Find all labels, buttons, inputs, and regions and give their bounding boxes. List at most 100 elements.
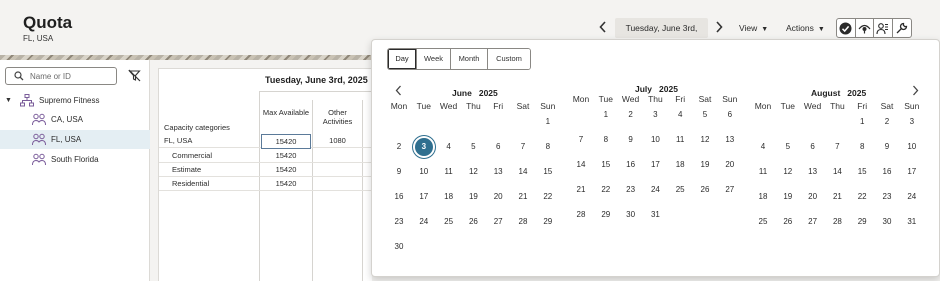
calendar-day[interactable]: 23 — [876, 188, 898, 206]
calendar-day[interactable]: 2 — [620, 106, 642, 124]
visibility-button[interactable] — [856, 19, 874, 37]
calendar-day[interactable]: 1 — [851, 113, 873, 131]
calendar-day[interactable]: 26 — [777, 213, 799, 231]
calendar-day[interactable]: 31 — [644, 206, 666, 224]
calendar-day[interactable]: 16 — [876, 163, 898, 181]
calendar-day[interactable]: 17 — [413, 188, 435, 206]
calendar-day[interactable]: 21 — [570, 181, 592, 199]
calendar-day[interactable]: 25 — [669, 181, 691, 199]
calendar-day[interactable]: 4 — [752, 138, 774, 156]
tree-item-south-florida[interactable]: South Florida — [0, 150, 150, 169]
calendar-day[interactable]: 8 — [595, 131, 617, 149]
calendar-day[interactable]: 3 — [901, 113, 923, 131]
assign-user-button[interactable] — [874, 19, 893, 37]
calendar-day[interactable]: 20 — [487, 188, 509, 206]
max-available-cell[interactable]: 15420 — [260, 163, 312, 177]
calendar-day[interactable]: 18 — [752, 188, 774, 206]
calendar-day[interactable]: 13 — [487, 163, 509, 181]
tree-item-root[interactable]: ▼ Supremo Fitness — [0, 91, 150, 110]
mode-week-button[interactable]: Week — [417, 49, 451, 69]
mode-day-button[interactable]: Day — [388, 49, 417, 69]
calendar-day[interactable]: 17 — [644, 156, 666, 174]
calendar-day[interactable]: 19 — [777, 188, 799, 206]
calendar-day[interactable]: 22 — [595, 181, 617, 199]
calendar-day[interactable]: 9 — [620, 131, 642, 149]
calendar-day[interactable]: 7 — [512, 138, 534, 156]
calendar-day[interactable]: 4 — [669, 106, 691, 124]
calendar-day[interactable]: 15 — [851, 163, 873, 181]
view-menu-button[interactable]: View ▼ — [739, 20, 768, 36]
calendar-day[interactable]: 20 — [719, 156, 741, 174]
calendar-day[interactable]: 9 — [876, 138, 898, 156]
calendar-day[interactable]: 10 — [413, 163, 435, 181]
mode-month-button[interactable]: Month — [451, 49, 488, 69]
calendar-day[interactable]: 30 — [620, 206, 642, 224]
calendar-day[interactable]: 23 — [388, 213, 410, 231]
calendar-day[interactable]: 25 — [438, 213, 460, 231]
next-date-button[interactable] — [712, 20, 726, 36]
calendar-day[interactable]: 27 — [719, 181, 741, 199]
calendar-day[interactable]: 5 — [462, 138, 484, 156]
calendar-day[interactable]: 27 — [487, 213, 509, 231]
calendar-day[interactable]: 1 — [595, 106, 617, 124]
calendar-day[interactable]: 24 — [901, 188, 923, 206]
calendar-day[interactable]: 20 — [802, 188, 824, 206]
calendar-day[interactable]: 9 — [388, 163, 410, 181]
calendar-prev-month-button[interactable] — [392, 85, 404, 99]
calendar-day[interactable]: 6 — [802, 138, 824, 156]
calendar-day[interactable]: 8 — [851, 138, 873, 156]
calendar-day[interactable]: 3 — [644, 106, 666, 124]
calendar-day[interactable]: 29 — [595, 206, 617, 224]
calendar-day[interactable]: 10 — [644, 131, 666, 149]
calendar-next-month-button[interactable] — [909, 85, 921, 99]
calendar-day[interactable]: 2 — [876, 113, 898, 131]
calendar-day[interactable]: 11 — [669, 131, 691, 149]
calendar-day[interactable]: 24 — [413, 213, 435, 231]
calendar-day[interactable]: 14 — [826, 163, 848, 181]
date-picker-button[interactable]: Tuesday, June 3rd, 2025 — [615, 18, 708, 53]
calendar-day[interactable]: 26 — [694, 181, 716, 199]
max-available-cell-focused[interactable]: 15420 — [261, 134, 311, 149]
filter-off-icon[interactable] — [128, 69, 141, 82]
calendar-day[interactable]: 6 — [487, 138, 509, 156]
calendar-day[interactable]: 28 — [826, 213, 848, 231]
tree-item-fl[interactable]: FL, USA — [0, 130, 150, 149]
calendar-day[interactable]: 29 — [537, 213, 559, 231]
calendar-day[interactable]: 12 — [777, 163, 799, 181]
calendar-day-selected[interactable]: 3 — [413, 138, 435, 156]
calendar-day[interactable]: 16 — [388, 188, 410, 206]
calendar-day[interactable]: 24 — [644, 181, 666, 199]
calendar-day[interactable]: 30 — [388, 238, 410, 256]
calendar-day[interactable]: 25 — [752, 213, 774, 231]
calendar-day[interactable]: 27 — [802, 213, 824, 231]
calendar-day[interactable]: 12 — [694, 131, 716, 149]
calendar-day[interactable]: 23 — [620, 181, 642, 199]
calendar-day[interactable]: 18 — [438, 188, 460, 206]
calendar-day[interactable]: 16 — [620, 156, 642, 174]
calendar-day[interactable]: 18 — [669, 156, 691, 174]
calendar-day[interactable]: 29 — [851, 213, 873, 231]
calendar-day[interactable]: 7 — [826, 138, 848, 156]
calendar-day[interactable]: 12 — [462, 163, 484, 181]
expand-caret-icon[interactable]: ▼ — [5, 91, 12, 110]
other-activities-cell[interactable]: 1080 — [313, 134, 362, 148]
calendar-day[interactable]: 14 — [570, 156, 592, 174]
calendar-day[interactable]: 19 — [462, 188, 484, 206]
previous-date-button[interactable] — [596, 20, 610, 36]
calendar-day[interactable]: 30 — [876, 213, 898, 231]
search-input[interactable] — [30, 70, 114, 83]
calendar-day[interactable]: 2 — [388, 138, 410, 156]
max-available-cell[interactable]: 15420 — [260, 149, 312, 163]
calendar-day[interactable]: 10 — [901, 138, 923, 156]
calendar-day[interactable]: 5 — [777, 138, 799, 156]
calendar-day[interactable]: 13 — [802, 163, 824, 181]
calendar-day[interactable]: 21 — [512, 188, 534, 206]
calendar-day[interactable]: 15 — [537, 163, 559, 181]
max-available-cell[interactable]: 15420 — [260, 177, 312, 191]
calendar-day[interactable]: 11 — [438, 163, 460, 181]
calendar-day[interactable]: 26 — [462, 213, 484, 231]
calendar-day[interactable]: 6 — [719, 106, 741, 124]
calendar-day[interactable]: 22 — [851, 188, 873, 206]
calendar-day[interactable]: 1 — [537, 113, 559, 131]
search-field[interactable] — [5, 67, 117, 85]
